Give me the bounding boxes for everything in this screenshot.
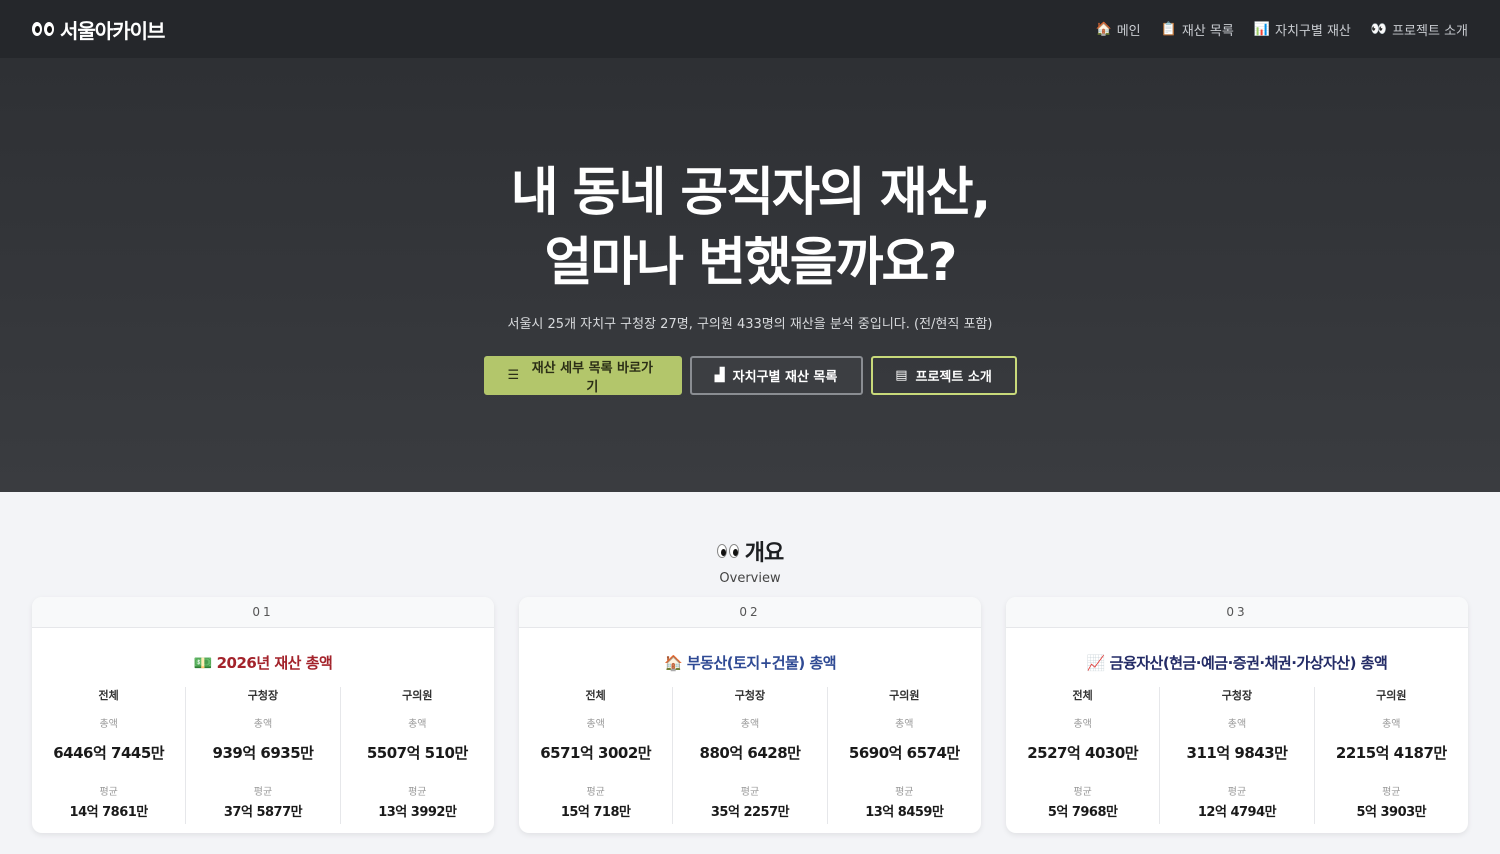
stat-all: 전체 총액 2527억 4030만 평균 5억 7968만 (1006, 687, 1161, 824)
nav-link-project-intro[interactable]: 👀 프로젝트 소개 (1371, 20, 1468, 39)
chart-icon: ▟ (714, 368, 725, 383)
summary-card-total-assets: 01 💵 2026년 재산 총액 전체 총액 6446억 7445만 평균 14… (32, 597, 494, 833)
card-stats: 전체 총액 6571억 3002만 평균 15억 718만 구청장 총액 880… (519, 687, 981, 824)
stat-council: 구의원 총액 5507억 510만 평균 13억 3992만 (366, 689, 468, 820)
eyes-icon: 👀 (1370, 21, 1388, 37)
eyes-icon (716, 544, 739, 558)
top-navbar: 서울아카이브 🏠 메인 📋 재산 목록 📊 자치구별 재산 👀 프로젝트 소개 (0, 0, 1500, 58)
card-stats: 전체 총액 2527억 4030만 평균 5억 7968만 구청장 총액 311… (1006, 687, 1468, 824)
bar-chart-icon: 📊 (1253, 21, 1270, 37)
nav-link-main[interactable]: 🏠 메인 (1096, 20, 1141, 39)
nav-link-asset-list[interactable]: 📋 재산 목록 (1161, 20, 1234, 39)
hero-title: 내 동네 공직자의 재산, 얼마나 변했을까요? (510, 163, 992, 293)
card-title: 🏠 부동산(토지+건물) 총액 (663, 654, 837, 672)
nav-links: 🏠 메인 📋 재산 목록 📊 자치구별 재산 👀 프로젝트 소개 (1096, 20, 1468, 39)
district-asset-list-button[interactable]: ▟ 자치구별 재산 목록 (689, 356, 863, 395)
eyes-icon (32, 22, 54, 36)
overview-header: 개요 Overview (0, 535, 1500, 586)
trend-chart-icon: 📈 (1086, 654, 1106, 672)
stat-mayor: 구청장 총액 939억 6935만 평균 37억 5877만 (186, 687, 341, 824)
hero-section: 내 동네 공직자의 재산, 얼마나 변했을까요? 서울시 25개 자치구 구청장… (0, 58, 1500, 492)
stat-council: 구의원 총액 5690억 6574만 평균 13억 8459만 (848, 689, 960, 820)
overview-subtitle: Overview (719, 571, 781, 586)
hero-subtitle: 서울시 25개 자치구 구청장 27명, 구의원 433명의 재산을 분석 중입… (507, 317, 993, 332)
project-intro-button[interactable]: ▤ 프로젝트 소개 (870, 356, 1017, 395)
brand-logo[interactable]: 서울아카이브 (32, 15, 165, 44)
card-title: 📈 금융자산(현금·예금·증권·채권·가상자산) 총액 (1086, 654, 1388, 672)
overview-title: 개요 (716, 535, 784, 567)
document-icon: ▤ (895, 368, 908, 383)
stat-all: 전체 총액 6446억 7445만 평균 14억 7861만 (32, 687, 187, 824)
nav-link-district-assets[interactable]: 📊 자치구별 재산 (1254, 20, 1351, 39)
stat-mayor: 구청장 총액 880억 6428만 평균 35억 2257만 (673, 687, 828, 824)
asset-detail-list-button[interactable]: ☰ 재산 세부 목록 바로가기 (483, 356, 682, 395)
nav-link-label: 프로젝트 소개 (1392, 23, 1468, 39)
card-number: 02 (519, 597, 981, 628)
brand-name: 서울아카이브 (60, 18, 165, 43)
summary-card-real-estate: 02 🏠 부동산(토지+건물) 총액 전체 총액 6571억 3002만 평균 … (519, 597, 981, 833)
list-icon: ☰ (507, 368, 520, 383)
summary-card-financial-assets: 03 📈 금융자산(현금·예금·증권·채권·가상자산) 총액 전체 총액 252… (1006, 597, 1468, 833)
house-icon: 🏠 (663, 654, 683, 672)
nav-link-label: 자치구별 재산 (1275, 23, 1351, 39)
stat-mayor: 구청장 총액 311억 9843만 평균 12억 4794만 (1160, 687, 1315, 824)
overview-cards: 01 💵 2026년 재산 총액 전체 총액 6446억 7445만 평균 14… (32, 597, 1468, 833)
money-icon: 💵 (193, 654, 213, 672)
stat-council: 구의원 총액 2215억 4187만 평균 5억 3903만 (1335, 689, 1447, 820)
nav-link-label: 재산 목록 (1181, 23, 1234, 39)
house-icon: 🏠 (1095, 21, 1112, 37)
card-number: 01 (32, 597, 494, 628)
nav-link-label: 메인 (1116, 23, 1141, 39)
clipboard-icon: 📋 (1160, 21, 1177, 37)
hero-buttons: ☰ 재산 세부 목록 바로가기 ▟ 자치구별 재산 목록 ▤ 프로젝트 소개 (0, 356, 1500, 395)
card-number: 03 (1006, 597, 1468, 628)
card-stats: 전체 총액 6446억 7445만 평균 14억 7861만 구청장 총액 93… (32, 687, 494, 824)
stat-all: 전체 총액 6571억 3002만 평균 15억 718만 (519, 687, 674, 824)
card-title: 💵 2026년 재산 총액 (193, 654, 333, 672)
